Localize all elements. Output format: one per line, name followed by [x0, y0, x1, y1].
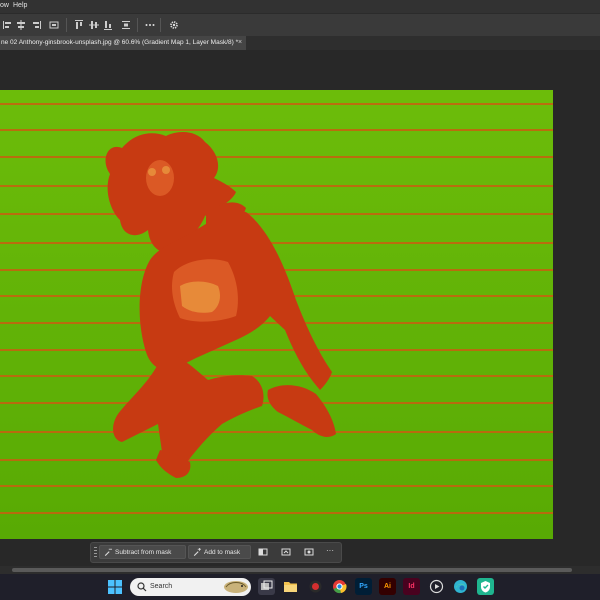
gradient-mapped-photo [0, 90, 553, 539]
add-to-mask-button[interactable]: Add to mask [188, 545, 251, 559]
add-to-mask-label: Add to mask [204, 548, 241, 556]
align-center-icon[interactable] [15, 19, 26, 30]
subtract-from-mask-button[interactable]: Subtract from mask [99, 545, 186, 559]
scrollbar-thumb[interactable] [12, 568, 572, 572]
align-right-icon[interactable] [30, 19, 41, 30]
more-options-icon[interactable]: ··· [326, 547, 336, 557]
contextual-task-bar: Subtract from mask Add to mask ··· [90, 542, 342, 563]
document-tab-bar: ne 02 Anthony-ginsbrook-unsplash.jpg @ 6… [0, 36, 600, 50]
search-label: Search [150, 583, 173, 590]
more-icon[interactable] [144, 19, 155, 30]
horizontal-scrollbar[interactable] [0, 566, 600, 574]
divider [160, 18, 161, 32]
brush-plus-icon [193, 548, 201, 556]
document-tab-title: ne 02 Anthony-ginsbrook-unsplash.jpg @ 6… [1, 39, 239, 46]
select-subject-icon[interactable] [304, 547, 314, 557]
red-app-icon[interactable] [307, 578, 324, 595]
brush-minus-icon [104, 548, 112, 556]
task-view-icon[interactable] [258, 578, 275, 595]
menu-help[interactable]: Help [13, 2, 27, 9]
indesign-icon[interactable]: Id [403, 578, 420, 595]
distribute-icon[interactable] [48, 19, 59, 30]
taskbar-search[interactable]: Search [130, 578, 251, 596]
media-player-icon[interactable] [428, 578, 445, 595]
search-icon [137, 582, 147, 592]
divider [66, 18, 67, 32]
file-explorer-icon[interactable] [282, 578, 299, 595]
distribute-vertical-icon[interactable] [120, 19, 131, 30]
align-top-icon[interactable] [73, 19, 84, 30]
windows-taskbar: Search Ps Ai Id [0, 574, 600, 600]
drag-handle[interactable] [94, 547, 97, 558]
align-left-icon[interactable] [2, 19, 13, 30]
menu-bar: ow Help [0, 0, 600, 13]
gear-icon[interactable] [168, 19, 179, 30]
document-tab[interactable]: ne 02 Anthony-ginsbrook-unsplash.jpg @ 6… [0, 36, 246, 50]
document-canvas[interactable] [0, 90, 553, 539]
close-icon[interactable]: × [238, 36, 242, 50]
align-bottom-icon[interactable] [102, 19, 113, 30]
chrome-icon[interactable] [331, 578, 348, 595]
menu-window[interactable]: ow [0, 2, 9, 9]
search-highlight-illustration [224, 581, 248, 593]
divider [137, 18, 138, 32]
invert-mask-icon[interactable] [258, 547, 268, 557]
photoshop-icon[interactable]: Ps [355, 578, 372, 595]
mask-options-icon[interactable] [281, 547, 291, 557]
shield-app-icon[interactable] [477, 578, 494, 595]
windows-start-icon[interactable] [108, 580, 122, 594]
options-bar [0, 13, 600, 37]
align-middle-icon[interactable] [88, 19, 99, 30]
edge-icon[interactable] [452, 578, 469, 595]
illustrator-icon[interactable]: Ai [379, 578, 396, 595]
subtract-from-mask-label: Subtract from mask [115, 548, 172, 556]
